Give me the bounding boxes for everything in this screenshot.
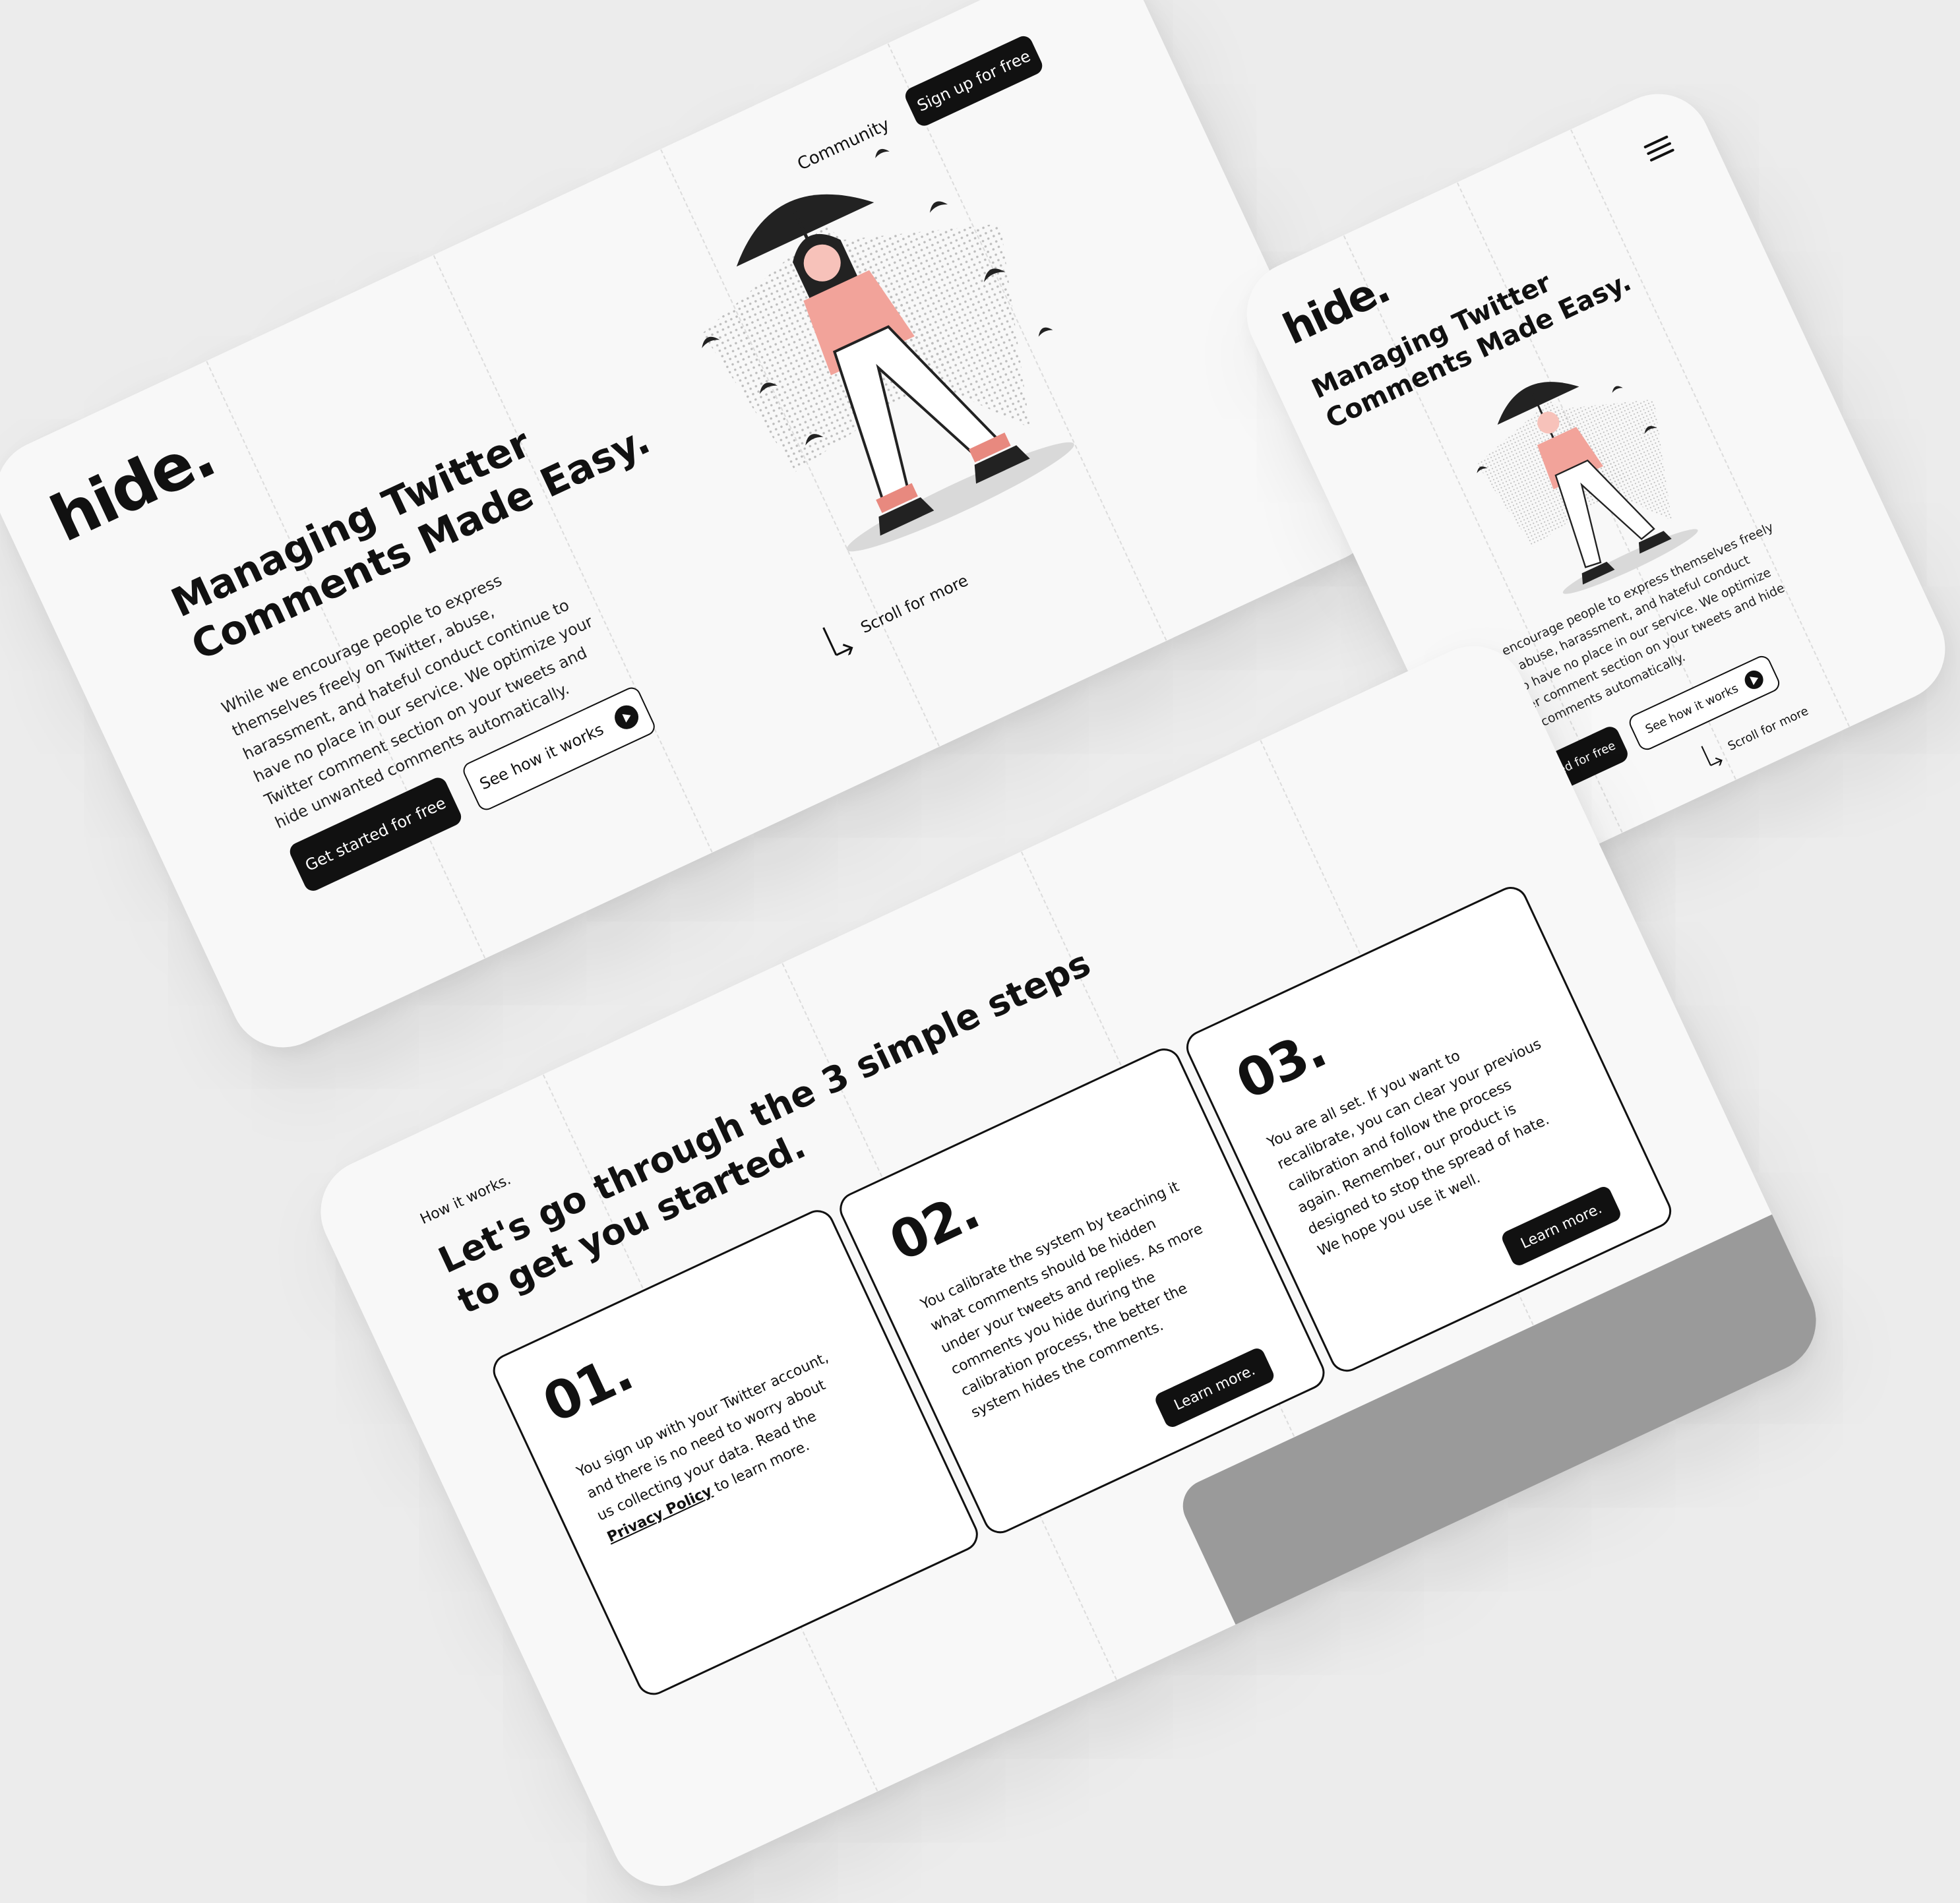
arrow-down-icon <box>822 627 853 657</box>
scroll-hint-label: Scroll for more <box>857 571 971 638</box>
mobile-see-how-label: See how it works <box>1643 681 1741 737</box>
hero-logo[interactable]: hide. <box>40 418 225 557</box>
scroll-hint[interactable]: Scroll for more <box>818 563 975 663</box>
mobile-arrow-down-icon <box>1701 746 1723 767</box>
step-number-02: 02. <box>880 1180 988 1273</box>
mobile-play-icon <box>1742 667 1767 692</box>
learn-more-button-02[interactable]: Learn more. <box>1153 1346 1277 1430</box>
menu-icon[interactable] <box>1643 135 1676 166</box>
play-icon <box>611 701 642 733</box>
step-number-03: 03. <box>1227 1017 1335 1112</box>
mobile-scroll-hint-label: Scroll for more <box>1725 704 1811 754</box>
step-number-01: 01. <box>534 1341 641 1435</box>
mobile-logo[interactable]: hide. <box>1276 264 1396 355</box>
learn-more-button-03[interactable]: Learn more. <box>1500 1184 1623 1268</box>
umbrella-illustration <box>702 148 1074 552</box>
